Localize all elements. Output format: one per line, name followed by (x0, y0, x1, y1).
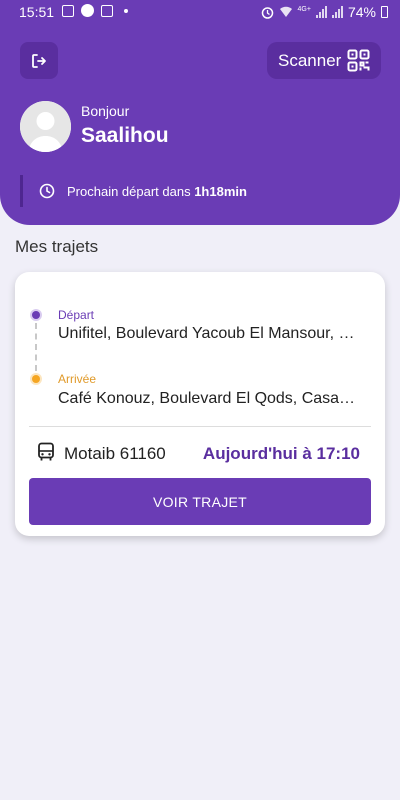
route-line (35, 323, 37, 371)
avatar-icon (20, 101, 71, 152)
logout-icon (32, 53, 46, 68)
next-departure-value: 1h18min (194, 183, 247, 199)
trip-card[interactable]: Départ Unifitel, Boulevard Yacoub El Man… (15, 272, 385, 536)
signal-2-icon (331, 6, 343, 18)
battery-percent: 74% (347, 4, 376, 20)
battery-icon (381, 6, 388, 18)
greeting: Bonjour (81, 103, 130, 119)
arrival-dot (32, 375, 40, 383)
news-icon (101, 4, 113, 17)
departure-label: Départ (58, 308, 95, 322)
departure-address: Unifitel, Boulevard Yacoub El Mansour, C… (58, 325, 363, 342)
divider (29, 426, 371, 427)
status-bar: 15:51 4G+ 74% (0, 0, 400, 24)
logout-button[interactable] (20, 42, 58, 79)
avatar[interactable] (20, 101, 71, 152)
clock-icon (39, 183, 55, 199)
header: 15:51 4G+ 74% Scanner Bonjour Saalihou P… (0, 0, 400, 225)
gallery-icon (62, 4, 74, 17)
network-type: 4G+ (297, 6, 311, 13)
username: Saalihou (81, 124, 169, 147)
next-departure: Prochain départ dans 1h18min (20, 175, 247, 207)
scanner-button[interactable]: Scanner (267, 42, 381, 79)
view-trip-button[interactable]: VOIR TRAJET (29, 478, 371, 525)
departure-time: Aujourd'hui à 17:10 (202, 444, 360, 463)
bus-icon (38, 442, 54, 461)
next-departure-prefix: Prochain départ dans (67, 183, 195, 199)
more-notifications-icon (124, 8, 128, 13)
next-departure-text: Prochain départ dans 1h18min (67, 184, 247, 199)
qr-code-icon (347, 49, 370, 72)
section-title: Mes trajets (15, 237, 99, 256)
status-right: 4G+ 74% (261, 4, 388, 20)
arrival-address: Café Konouz, Boulevard El Qods, Casablan… (58, 390, 358, 407)
notification-icons (62, 4, 128, 17)
status-time: 15:51 (19, 4, 55, 20)
signal-icon (315, 6, 327, 18)
wifi-icon (279, 6, 292, 17)
arrival-label: Arrivée (58, 372, 97, 386)
bus-name: Motaib 61160 (64, 444, 166, 463)
scanner-label: Scanner (278, 50, 342, 70)
message-icon (81, 4, 94, 17)
alarm-icon (261, 6, 273, 19)
departure-dot (32, 311, 40, 319)
